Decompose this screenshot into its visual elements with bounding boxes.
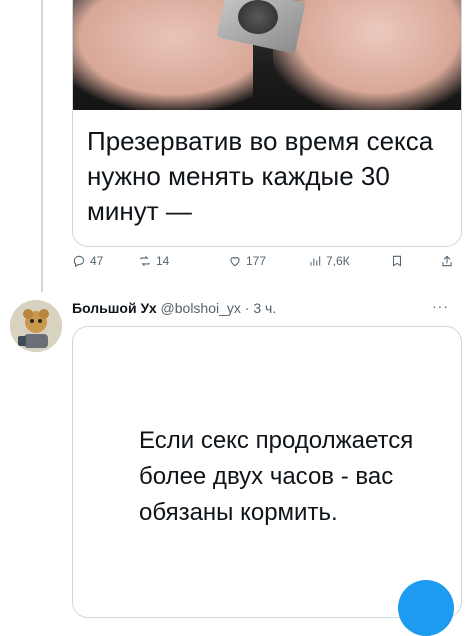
reply-icon (73, 255, 85, 268)
preview-headline: Презерватив во время секса нужно менять … (87, 126, 434, 226)
avatar[interactable] (10, 300, 62, 352)
analytics-icon (310, 256, 321, 266)
reply-button[interactable]: 47 (72, 254, 103, 268)
retweet-button[interactable]: 14 (138, 254, 169, 268)
tweet-action-bar: 47 14 177 7,6К (72, 252, 460, 274)
author-handle[interactable]: @bolshoi_yx (161, 300, 241, 316)
avatar-image (10, 300, 62, 352)
tweet-header: Большой Ух @bolshoi_yx · 3 ч. (72, 300, 276, 316)
bookmark-button[interactable] (390, 254, 404, 268)
reply-count: 47 (90, 254, 104, 268)
tweet-image-card[interactable]: Если секс продолжается более двух часов … (72, 326, 462, 618)
bookmark-icon (392, 255, 402, 267)
preview-image (73, 0, 461, 110)
views-button[interactable]: 7,6К (308, 254, 350, 268)
like-count: 177 (246, 254, 267, 268)
more-options-icon[interactable]: ··· (432, 298, 449, 314)
retweet-icon (140, 255, 150, 267)
like-button[interactable]: 177 (228, 254, 266, 268)
share-button[interactable] (440, 254, 454, 268)
retweet-count: 14 (156, 254, 170, 268)
compose-button[interactable] (398, 580, 454, 636)
image-text: Если секс продолжается более двух часов … (139, 427, 414, 526)
views-count: 7,6К (326, 254, 350, 268)
link-preview-card[interactable]: Презерватив во время секса нужно менять … (72, 0, 462, 247)
share-icon (442, 255, 452, 267)
thread-connector-line (41, 0, 43, 292)
tweet-time[interactable]: 3 ч. (253, 300, 276, 316)
author-name[interactable]: Большой Ух (72, 300, 157, 316)
header-separator: · (244, 300, 250, 316)
heart-icon (230, 257, 240, 267)
